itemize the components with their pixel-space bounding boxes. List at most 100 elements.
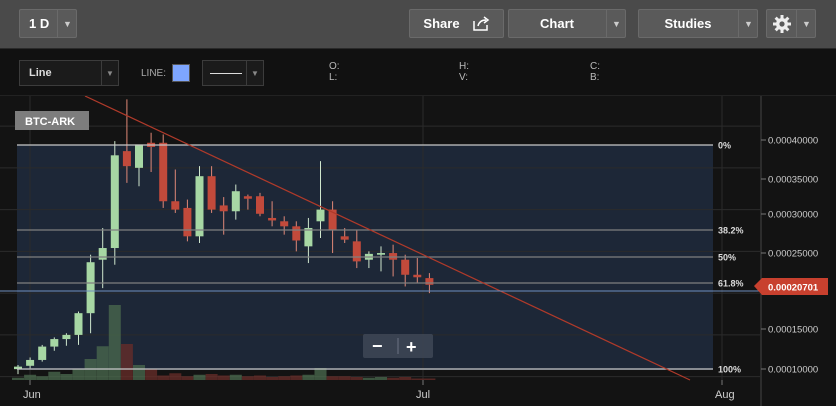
high-label: H:: [459, 61, 469, 72]
chart-type-label: Line: [29, 67, 52, 79]
price-tick-label: 0.00035000: [768, 175, 818, 186]
candle-body: [377, 253, 385, 255]
candle-body: [122, 151, 131, 167]
candle-body: [110, 155, 119, 249]
volume-bar: [314, 368, 327, 380]
zoom-out-button[interactable]: −: [372, 336, 383, 356]
candle-body: [268, 217, 277, 221]
last-price-label: 0.00020701: [768, 283, 819, 294]
interval-label: 1 D: [29, 16, 50, 31]
candle-body: [50, 339, 59, 347]
candle-body: [195, 176, 204, 237]
fib-level-label: 100%: [718, 365, 741, 375]
candle-body: [38, 346, 47, 360]
volume-bar: [48, 371, 61, 380]
candle-body: [74, 313, 83, 335]
line-style-chevron-down-icon: ▼: [246, 61, 263, 85]
chart-type-chevron-down-icon: ▼: [101, 61, 118, 85]
ohlc-open-low: O: L:: [329, 61, 340, 83]
candle-body: [86, 262, 95, 314]
price-chart[interactable]: 0% 38.2% 50% 61.8% 100% 0.00040000 0.00035000…: [0, 96, 836, 406]
candle-body: [292, 226, 301, 241]
volume-bar: [229, 374, 242, 380]
volume-bar: [157, 375, 170, 380]
volume-bar: [387, 377, 400, 380]
chart-type-select[interactable]: Line ▼: [19, 60, 119, 86]
fib-level-label: 38.2%: [718, 226, 744, 236]
candle-body: [316, 209, 325, 222]
candle-body: [352, 241, 361, 262]
close-label: C:: [590, 61, 600, 72]
volume-bar: [120, 344, 133, 380]
candle-body: [280, 221, 289, 227]
open-label: O:: [329, 61, 340, 72]
volume-bar: [350, 377, 363, 380]
b-label: B:: [590, 72, 600, 83]
volume-bar: [302, 374, 315, 380]
volume-bar: [24, 374, 37, 380]
candle-body: [413, 274, 422, 278]
volume-bar: [72, 368, 85, 380]
candle-body: [159, 142, 168, 202]
price-tick-label: 0.00025000: [768, 249, 818, 260]
volume-bar: [290, 375, 303, 380]
candle-body: [231, 191, 240, 212]
price-tick-label: 0.00015000: [768, 325, 818, 336]
candle-body: [304, 227, 313, 247]
low-label: L:: [329, 72, 338, 83]
candle-body: [340, 236, 349, 240]
candle-body: [389, 253, 398, 260]
candle-body: [183, 207, 192, 237]
volume-bar: [181, 376, 194, 380]
candle-body: [207, 176, 216, 210]
volume-bar: [60, 374, 73, 380]
chart-chevron-down-icon[interactable]: ▼: [606, 9, 626, 38]
volume-bar: [169, 373, 182, 380]
interval-chevron-down-icon[interactable]: ▼: [57, 9, 77, 38]
candle-body: [256, 196, 264, 214]
volume-bar: [338, 376, 351, 380]
settings-chevron-down-icon[interactable]: ▼: [796, 9, 816, 38]
candle-body: [171, 201, 180, 210]
line-color-swatch[interactable]: [172, 64, 190, 82]
last-price-badge: 0.00020701: [754, 278, 828, 295]
time-tick-label: Aug: [715, 389, 735, 401]
line-style-select[interactable]: ▼: [202, 60, 264, 86]
share-label: Share: [423, 16, 460, 31]
volume-bar: [217, 375, 230, 380]
share-button[interactable]: Share: [409, 9, 504, 38]
share-icon: [472, 16, 489, 31]
fib-level-label: 61.8%: [718, 279, 744, 289]
volume-bar: [12, 377, 24, 380]
volume-bar: [36, 376, 49, 380]
studies-chevron-down-icon[interactable]: ▼: [738, 9, 758, 38]
studies-label: Studies: [664, 16, 712, 31]
time-tick-label: Jul: [416, 389, 430, 401]
line-style-preview: [210, 73, 242, 74]
volume-bar: [411, 378, 424, 380]
volume-bar: [254, 375, 266, 380]
volume-bar: [205, 374, 218, 380]
gear-icon: [773, 14, 791, 33]
candle-body: [401, 259, 410, 275]
volume-bar: [362, 377, 375, 380]
candle-body: [98, 248, 107, 260]
price-tick-label: 0.00010000: [768, 365, 818, 376]
candle-body: [135, 144, 143, 168]
zoom-in-button[interactable]: +: [406, 337, 417, 357]
volume-label: V:: [459, 72, 469, 83]
fib-level-label: 50%: [718, 253, 736, 263]
volume-bar: [326, 376, 339, 380]
volume-bar: [278, 376, 291, 380]
candle-body: [62, 334, 71, 340]
volume-bar: [266, 377, 279, 380]
volume-bar: [96, 346, 109, 380]
volume-bar: [241, 376, 254, 380]
volume-bar: [423, 378, 436, 380]
candle-body: [425, 278, 434, 285]
price-tick-label: 0.00040000: [768, 136, 818, 147]
time-tick-label: Jun: [23, 389, 41, 401]
volume-bar: [193, 374, 206, 380]
ohlc-close-b: C: B:: [590, 61, 600, 83]
volume-bar: [133, 365, 145, 380]
